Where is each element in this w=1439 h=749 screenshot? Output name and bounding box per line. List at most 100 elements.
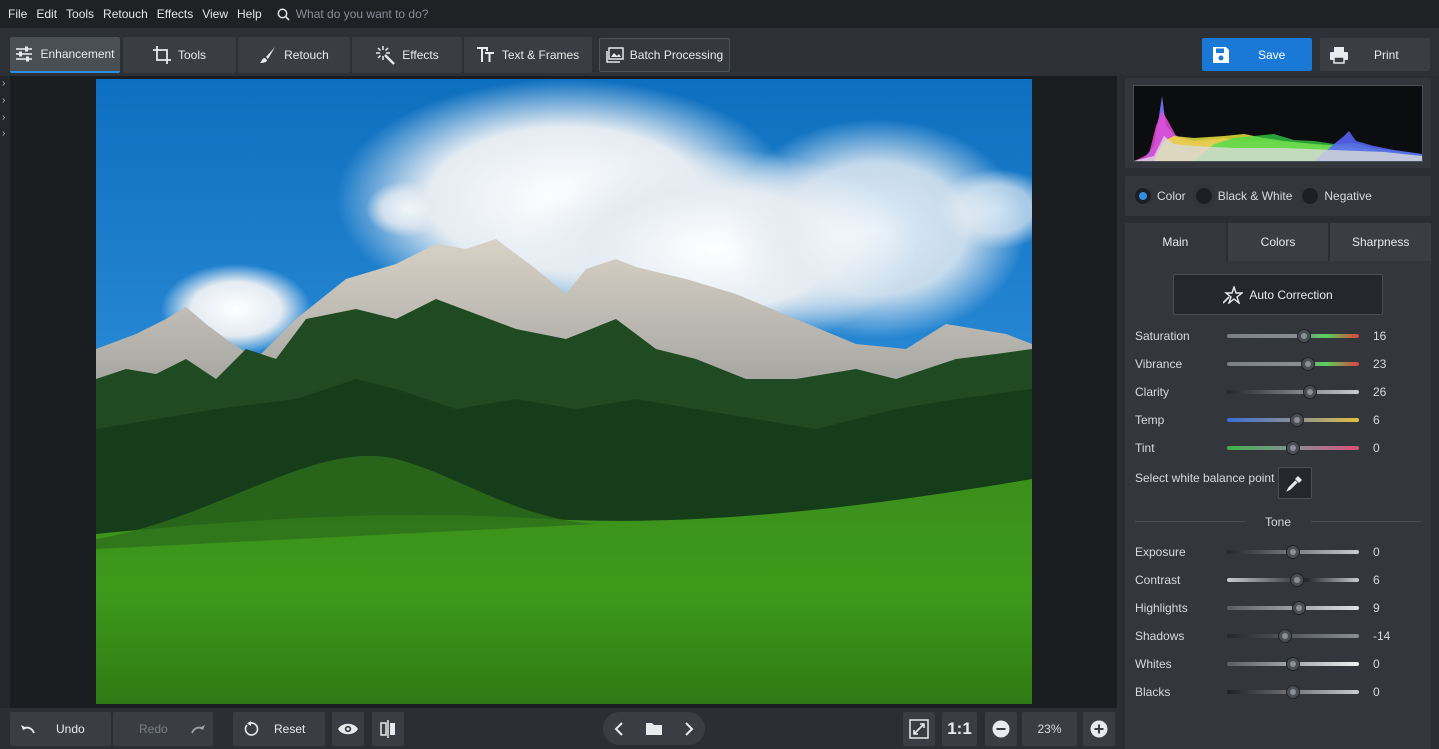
slider-temp[interactable]: Temp 6 bbox=[1135, 410, 1425, 430]
chevron-right-icon[interactable]: › bbox=[2, 128, 5, 139]
sliders-icon bbox=[16, 46, 33, 62]
folder-icon[interactable] bbox=[645, 722, 663, 736]
tab-text-frames[interactable]: Text & Frames bbox=[464, 37, 592, 73]
slider-clarity[interactable]: Clarity 26 bbox=[1135, 382, 1425, 402]
slider-saturation[interactable]: Saturation 16 bbox=[1135, 326, 1425, 346]
slider-track[interactable] bbox=[1227, 390, 1359, 394]
menu-edit[interactable]: Edit bbox=[36, 7, 57, 21]
tab-colors[interactable]: Colors bbox=[1227, 223, 1329, 261]
radio-color-label: Color bbox=[1157, 189, 1186, 203]
radio-black-white[interactable]: Black & White bbox=[1195, 188, 1293, 204]
radio-color[interactable]: Color bbox=[1135, 188, 1186, 204]
redo-button[interactable]: Redo bbox=[113, 712, 213, 746]
text-icon bbox=[476, 47, 494, 62]
divider bbox=[1135, 521, 1245, 522]
previous-image-icon[interactable] bbox=[614, 721, 624, 736]
slider-label: Temp bbox=[1135, 413, 1165, 427]
slider-tint[interactable]: Tint 0 bbox=[1135, 438, 1425, 458]
tab-main[interactable]: Main bbox=[1125, 223, 1226, 261]
zoom-out-button[interactable] bbox=[985, 712, 1017, 746]
slider-label: Tint bbox=[1135, 441, 1155, 455]
radio-negative[interactable]: Negative bbox=[1302, 188, 1372, 204]
menu-tools[interactable]: Tools bbox=[66, 7, 94, 21]
menu-retouch[interactable]: Retouch bbox=[103, 7, 148, 21]
slider-value: 0 bbox=[1373, 685, 1380, 699]
main-adjustments: Auto Correction Saturation 16 Vibrance 2… bbox=[1125, 261, 1431, 749]
slider-thumb[interactable] bbox=[1297, 329, 1311, 343]
white-balance-label: Select white balance point bbox=[1135, 471, 1275, 485]
tab-enhancement[interactable]: Enhancement bbox=[10, 37, 120, 73]
auto-correction-label: Auto Correction bbox=[1249, 287, 1333, 302]
slider-contrast[interactable]: Contrast 6 bbox=[1135, 570, 1425, 590]
slider-value: 0 bbox=[1373, 545, 1380, 559]
slider-track[interactable] bbox=[1227, 634, 1359, 638]
auto-correction-button[interactable]: Auto Correction bbox=[1173, 274, 1383, 315]
next-image-icon[interactable] bbox=[684, 721, 694, 736]
slider-label: Highlights bbox=[1135, 601, 1188, 615]
undo-button[interactable]: Undo bbox=[10, 712, 111, 746]
slider-thumb[interactable] bbox=[1303, 385, 1317, 399]
menu-help[interactable]: Help bbox=[237, 7, 262, 21]
tab-effects-label: Effects bbox=[402, 48, 439, 62]
slider-thumb[interactable] bbox=[1292, 601, 1306, 615]
reset-label: Reset bbox=[274, 722, 306, 736]
zoom-in-icon bbox=[1090, 720, 1108, 738]
slider-thumb[interactable] bbox=[1278, 629, 1292, 643]
slider-label: Shadows bbox=[1135, 629, 1185, 643]
expand-icon bbox=[909, 719, 929, 739]
eyedropper-icon bbox=[1286, 476, 1302, 492]
undo-icon bbox=[21, 725, 35, 734]
chevron-right-icon[interactable]: › bbox=[2, 112, 5, 123]
menu-file[interactable]: File bbox=[8, 7, 27, 21]
tab-tools[interactable]: Tools bbox=[123, 37, 236, 73]
slider-thumb[interactable] bbox=[1286, 441, 1300, 455]
slider-vibrance[interactable]: Vibrance 23 bbox=[1135, 354, 1425, 374]
collapsed-side-strip[interactable]: › › › › bbox=[0, 76, 10, 708]
slider-blacks[interactable]: Blacks 0 bbox=[1135, 682, 1425, 702]
slider-value: 16 bbox=[1373, 329, 1387, 343]
adjustment-tabs: Main Colors Sharpness bbox=[1125, 223, 1432, 261]
tab-retouch[interactable]: Retouch bbox=[238, 37, 350, 73]
slider-thumb[interactable] bbox=[1290, 573, 1304, 587]
redo-icon bbox=[190, 725, 205, 734]
print-button[interactable]: Print bbox=[1320, 38, 1430, 71]
batch-processing-button[interactable]: Batch Processing bbox=[599, 38, 730, 72]
actual-size-button[interactable]: 1:1 bbox=[942, 712, 977, 746]
tab-effects[interactable]: Effects bbox=[352, 37, 462, 73]
tone-label: Tone bbox=[1264, 515, 1292, 529]
image-canvas[interactable] bbox=[10, 76, 1117, 708]
radio-black-white-label: Black & White bbox=[1217, 189, 1293, 203]
slider-shadows[interactable]: Shadows -14 bbox=[1135, 626, 1425, 646]
search-box[interactable]: What do you want to do? bbox=[277, 7, 428, 21]
menu-view[interactable]: View bbox=[202, 7, 228, 21]
white-balance-picker-button[interactable] bbox=[1278, 467, 1312, 499]
chevron-right-icon[interactable]: › bbox=[2, 95, 5, 106]
slider-highlights[interactable]: Highlights 9 bbox=[1135, 598, 1425, 618]
redo-label: Redo bbox=[139, 722, 168, 736]
slider-track[interactable] bbox=[1227, 362, 1359, 366]
preview-toggle-button[interactable] bbox=[332, 712, 364, 746]
slider-thumb[interactable] bbox=[1286, 685, 1300, 699]
zoom-in-button[interactable] bbox=[1083, 712, 1115, 746]
slider-thumb[interactable] bbox=[1301, 357, 1315, 371]
slider-value: 0 bbox=[1373, 657, 1380, 671]
slider-thumb[interactable] bbox=[1286, 545, 1300, 559]
chevron-right-icon[interactable]: › bbox=[2, 78, 5, 89]
menu-effects[interactable]: Effects bbox=[157, 7, 193, 21]
slider-thumb[interactable] bbox=[1286, 657, 1300, 671]
compare-button[interactable] bbox=[372, 712, 404, 746]
slider-whites[interactable]: Whites 0 bbox=[1135, 654, 1425, 674]
reset-icon bbox=[244, 721, 259, 736]
slider-thumb[interactable] bbox=[1290, 413, 1304, 427]
fit-to-screen-button[interactable] bbox=[903, 712, 935, 746]
slider-value: 9 bbox=[1373, 601, 1380, 615]
tab-sharpness[interactable]: Sharpness bbox=[1330, 223, 1432, 261]
save-button[interactable]: Save bbox=[1202, 38, 1312, 71]
slider-exposure[interactable]: Exposure 0 bbox=[1135, 542, 1425, 562]
zoom-level[interactable]: 23% bbox=[1022, 712, 1077, 746]
slider-track[interactable] bbox=[1227, 334, 1359, 338]
save-label: Save bbox=[1258, 47, 1286, 62]
main-toolbar: Enhancement Tools Retouch Effects Text &… bbox=[0, 28, 1439, 76]
reset-button[interactable]: Reset bbox=[233, 712, 325, 746]
sparkle-icon bbox=[376, 46, 396, 65]
